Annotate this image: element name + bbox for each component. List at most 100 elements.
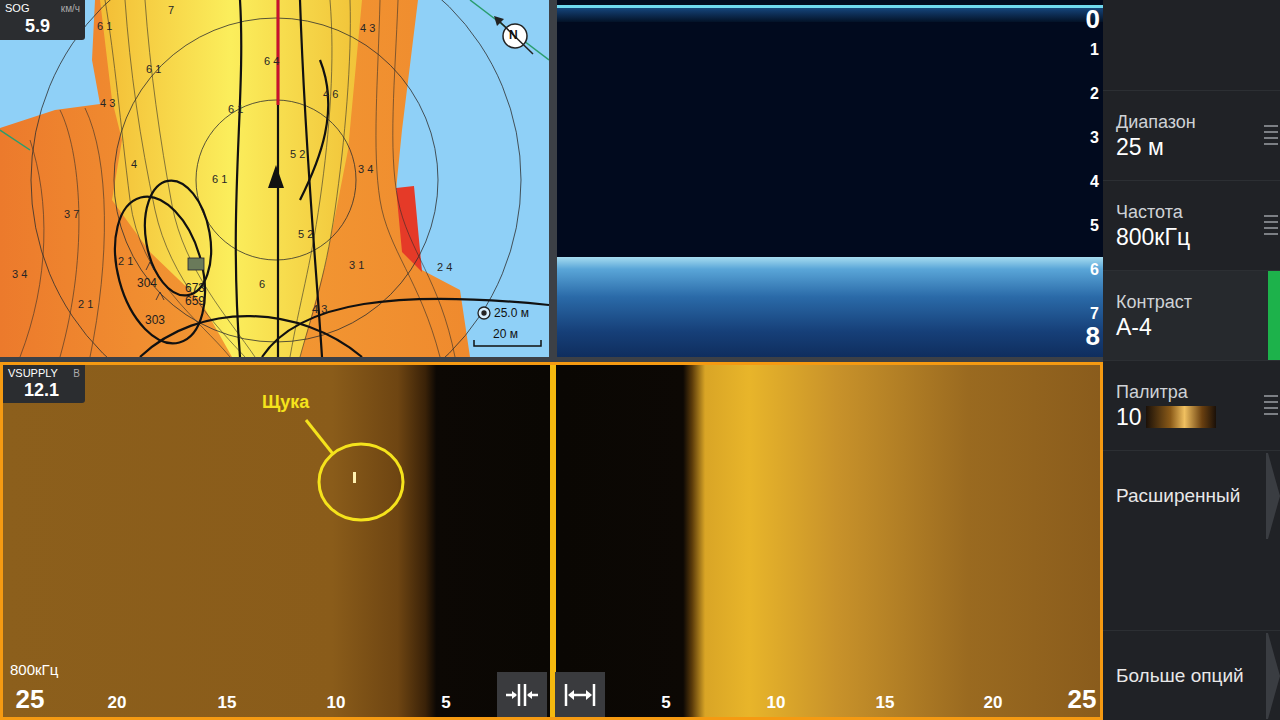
sidebar-item-value: 25 м	[1116, 133, 1164, 161]
menu-handle-line	[1264, 125, 1278, 127]
depth-label: 6	[259, 278, 265, 290]
sidebar-item-text: Расширенный	[1103, 485, 1264, 507]
sidebar-item-label: Диапазон	[1116, 111, 1196, 133]
sidebar-item-label: Контраст	[1116, 291, 1192, 313]
depth-tick: 0	[1086, 5, 1100, 33]
frequency-label: 800кГц	[10, 661, 58, 678]
range-label: 25.0 м	[494, 306, 529, 320]
voltage-value: 12.1	[8, 380, 80, 401]
menu-handle-line	[1264, 131, 1278, 133]
depth-label: 2 1	[118, 255, 133, 267]
sidebar: Диапазон25 м Частота800кГц КонтрастА-4 Пали…	[1103, 0, 1280, 720]
speed-unit: км/ч	[61, 2, 80, 15]
chart-panel[interactable]: SOGкм/ч5.9 6 174 36 16 46 14 64 35 23 44…	[0, 0, 549, 357]
depth-label: 4 3	[100, 97, 115, 109]
depth-tick: 7	[1090, 305, 1099, 323]
range-tick: 25	[16, 685, 45, 713]
range-tick: 25	[1068, 685, 1097, 713]
depth-label: 6 1	[212, 173, 227, 185]
depth-label: 5 2	[290, 148, 305, 160]
depth-labels: 6 174 36 16 46 14 64 35 23 443 76 15 23 …	[0, 0, 549, 357]
target-label: Щука	[262, 392, 309, 412]
waypoint-label: 659	[185, 295, 205, 308]
sidebar-item[interactable]: Частота800кГц	[1103, 180, 1280, 270]
menu-handle-line	[1264, 137, 1278, 139]
voltage-header: VSUPPLY В	[8, 367, 80, 380]
menu-handle-line	[1264, 413, 1278, 415]
sidebar-item-text: КонтрастА-4	[1103, 291, 1216, 341]
bottom-echo	[557, 257, 1103, 357]
sidebar-item-text: Диапазон25 м	[1103, 111, 1220, 161]
depth-tick: 3	[1090, 129, 1099, 147]
compass-label: N	[509, 29, 518, 42]
depth-tick: 4	[1090, 173, 1099, 191]
voltage-label: VSUPPLY	[8, 367, 58, 380]
menu-handle-line	[1264, 401, 1278, 403]
sidebar-item[interactable]: КонтрастА-4	[1103, 270, 1280, 360]
depth-label: 4	[131, 158, 137, 170]
speed-value: 5.9	[5, 15, 80, 37]
palette-swatch	[1146, 406, 1216, 428]
menu-handle-icon	[1264, 215, 1278, 235]
menu-handle-icon	[1264, 395, 1278, 415]
sidebar-item[interactable]: Больше опций	[1103, 630, 1280, 720]
range-tick: 20	[108, 693, 127, 713]
menu-handle-line	[1264, 215, 1278, 217]
sidebar-item-text: Больше опций	[1103, 665, 1268, 687]
zoom-out-button[interactable]	[555, 672, 605, 718]
sidescan-panel[interactable]: VSUPPLYВ12.1Щука800кГц252015105510152025	[0, 362, 1103, 720]
menu-handle-line	[1264, 407, 1278, 409]
depth-tick: 1	[1090, 41, 1099, 59]
selected-indicator	[1268, 271, 1280, 360]
voltage-badge: VSUPPLY В12.1	[3, 365, 85, 403]
speed-badge: SOGкм/ч5.9	[0, 0, 85, 40]
sidebar-item-value-row: 10	[1116, 403, 1216, 431]
range-tick: 20	[984, 693, 1003, 713]
compress-icon	[504, 682, 540, 708]
sidebar-top	[1103, 0, 1280, 90]
sidebar-item[interactable]: Палитра10	[1103, 360, 1280, 450]
surface-clutter	[557, 8, 1103, 22]
menu-handle-line	[1264, 233, 1278, 235]
scale-label: 20 м	[493, 327, 518, 341]
sidebar-item-value: 10	[1116, 403, 1142, 431]
range-tick: 5	[661, 693, 670, 713]
depth-label: 3 1	[349, 259, 364, 271]
depth-tick: 2	[1090, 85, 1099, 103]
sidebar-item[interactable]: Диапазон25 м	[1103, 90, 1280, 180]
waypoint-label: 304	[137, 277, 157, 290]
depth-tick: 5	[1090, 217, 1099, 235]
sidebar-item-value: А-4	[1116, 313, 1152, 341]
menu-handle-line	[1264, 395, 1278, 397]
sidebar-item[interactable]: Расширенный	[1103, 450, 1280, 540]
depth-label: 2 4	[437, 261, 452, 273]
voltage-unit: В	[73, 367, 80, 380]
sidebar-item-value: 800кГц	[1116, 223, 1190, 251]
zoom-in-button[interactable]	[497, 672, 547, 718]
sidebar-item-label: Частота	[1116, 201, 1190, 223]
depth-label: 3 4	[12, 268, 27, 280]
depth-label: 6 4	[264, 55, 279, 67]
menu-handle-line	[1264, 143, 1278, 145]
sidebar-spacer	[1103, 540, 1280, 630]
speed-header: SOGкм/ч	[5, 2, 80, 15]
sidebar-item-label: Расширенный	[1116, 485, 1240, 507]
range-tick: 10	[767, 693, 786, 713]
range-tick: 15	[876, 693, 895, 713]
submenu-chevron-icon	[1266, 631, 1280, 720]
sidebar-item-label: Палитра	[1116, 381, 1216, 403]
display-area: SOGкм/ч5.9 6 174 36 16 46 14 64 35 23 44…	[0, 0, 1103, 720]
range-tick: 10	[327, 693, 346, 713]
sidebar-item-label: Больше опций	[1116, 665, 1244, 687]
sidebar-item-value-row: А-4	[1116, 313, 1192, 341]
center-line	[550, 365, 556, 717]
depth-tick: 8	[1086, 322, 1100, 350]
depth-label: 6 1	[228, 103, 243, 115]
target-marker-icon	[3, 365, 1103, 720]
depth-label: 3 4	[358, 163, 373, 175]
expand-icon	[562, 682, 598, 708]
menu-handle-line	[1264, 221, 1278, 223]
sidebar-item-text: Частота800кГц	[1103, 201, 1214, 251]
sidebar-item-text: Палитра10	[1103, 381, 1240, 431]
sonar-panel[interactable]: 012345678	[557, 0, 1103, 357]
